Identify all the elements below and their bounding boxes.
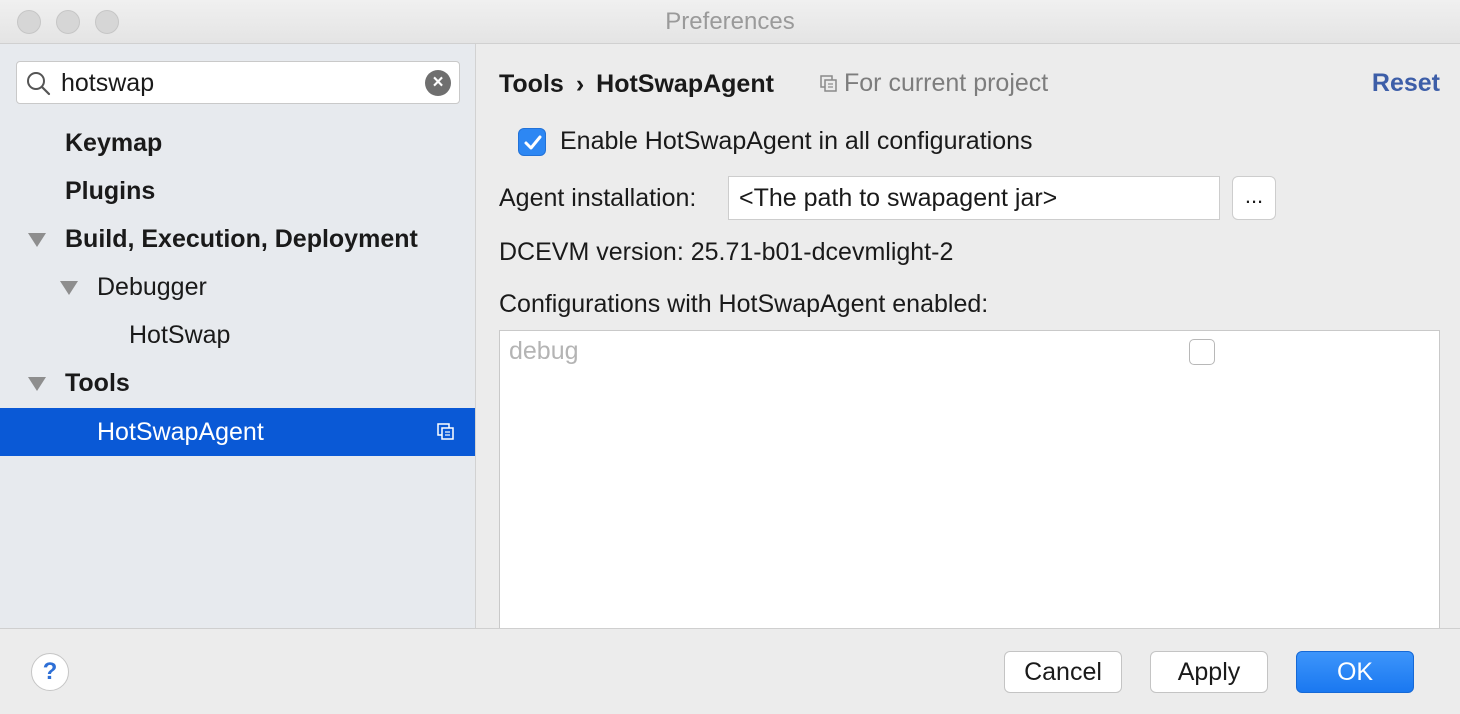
expand-arrow-icon[interactable] [28,377,46,391]
sidebar-item-label: Debugger [97,273,207,301]
checkmark-icon [524,135,542,150]
breadcrumb-item: HotSwapAgent [596,69,774,98]
dialog-footer: ? Cancel Apply OK [0,628,1460,714]
agent-installation-label: Agent installation: [499,184,697,212]
enable-hotswapagent-checkbox[interactable] [518,128,546,156]
sidebar-item-label: Plugins [65,177,156,205]
window-title: Preferences [665,8,795,35]
title-bar: Preferences [0,0,1460,44]
configurations-label: Configurations with HotSwapAgent enabled… [499,290,989,318]
configuration-enabled-checkbox[interactable] [1189,339,1215,365]
project-scope-icon [437,423,454,440]
sidebar-item-label: HotSwap [129,321,231,349]
cancel-button[interactable]: Cancel [1004,651,1122,693]
preferences-window: Preferences × Keymap Plugins Build, Exec… [0,0,1460,714]
scope-label: For current project [844,69,1049,97]
dcevm-version-text: DCEVM version: 25.71-b01-dcevmlight-2 [499,238,954,266]
configurations-list[interactable]: debug [499,330,1440,630]
sidebar-item-plugins[interactable]: Plugins [0,167,475,215]
sidebar-item-label: Tools [65,369,130,397]
reset-link[interactable]: Reset [1372,69,1440,98]
help-button[interactable]: ? [31,653,69,691]
sidebar-item-build-execution-deployment[interactable]: Build, Execution, Deployment [0,215,475,263]
sidebar-item-tools[interactable]: Tools [0,359,475,407]
sidebar-item-hotswap[interactable]: HotSwap [0,311,475,359]
sidebar-item-label: Keymap [65,129,163,157]
search-box[interactable]: × [16,61,460,104]
breadcrumb-separator: › [575,69,585,98]
settings-sidebar: × Keymap Plugins Build, Execution, Deplo… [0,44,476,628]
browse-button[interactable]: ... [1232,176,1276,220]
sidebar-item-keymap[interactable]: Keymap [0,119,475,167]
ok-button[interactable]: OK [1296,651,1414,693]
agent-installation-field[interactable] [728,176,1220,220]
expand-arrow-icon[interactable] [28,233,46,247]
breadcrumb: Tools › HotSwapAgent [499,69,774,99]
sidebar-item-label: HotSwapAgent [97,418,264,446]
apply-button[interactable]: Apply [1150,651,1268,693]
project-scope-icon [820,75,837,92]
sidebar-item-hotswapagent[interactable]: HotSwapAgent [0,408,475,456]
breadcrumb-item: Tools [499,69,564,98]
scope-note: For current project [820,69,1048,98]
enable-hotswapagent-label: Enable HotSwapAgent in all configuration… [560,127,1033,155]
search-input[interactable] [61,69,421,97]
clear-search-icon[interactable]: × [425,70,451,96]
expand-arrow-icon[interactable] [60,281,78,295]
list-item[interactable]: debug [500,331,1439,371]
settings-panel: Tools › HotSwapAgent For current project R… [477,44,1460,630]
sidebar-item-debugger[interactable]: Debugger [0,263,475,311]
search-icon [27,72,51,96]
configuration-name: debug [509,337,579,365]
sidebar-item-label: Build, Execution, Deployment [65,225,418,253]
